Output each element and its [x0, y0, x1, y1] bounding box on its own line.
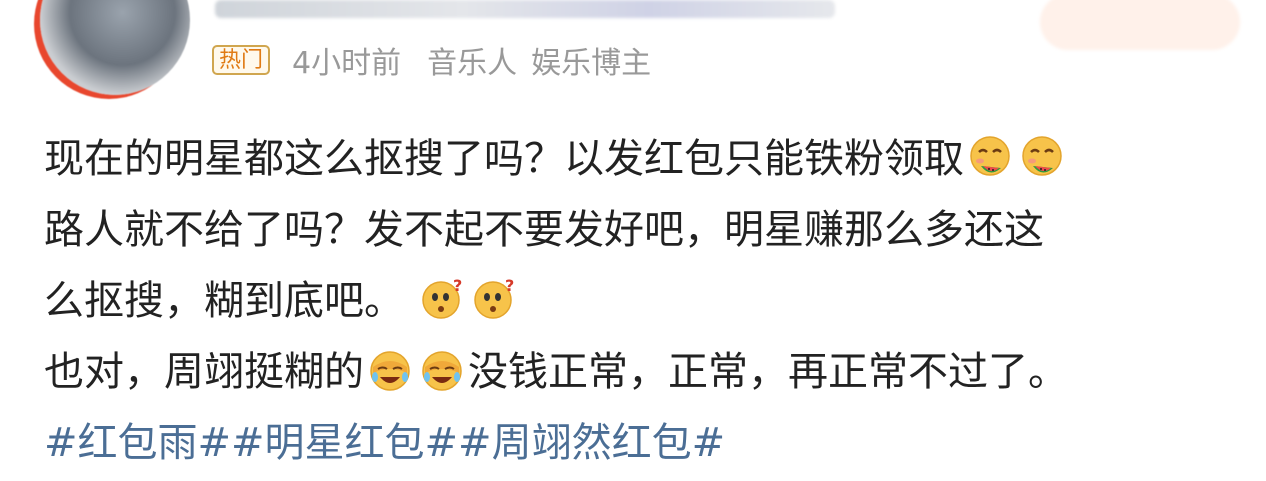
content-line: 路人就不给了吗？发不起不要发好吧，明星赚那么多还这 [44, 195, 1254, 266]
puzzled-face-icon: ? [420, 276, 466, 322]
username-blurred[interactable] [215, 0, 835, 18]
svg-text:?: ? [505, 276, 514, 295]
weibo-post: 热门 4小时前 音乐人 娱乐博主 现在的明星都这么抠搜了吗？以发红包只能铁粉领取… [0, 0, 1266, 481]
user-tag: 音乐人 [427, 46, 518, 81]
watermelon-face-icon [967, 134, 1013, 180]
content-text: 么抠搜，糊到底吧。 [44, 278, 404, 324]
content-text: 现在的明星都这么抠搜了吗？以发红包只能铁粉领取 [44, 136, 964, 182]
post-meta: 热门 4小时前 音乐人 娱乐博主 [212, 42, 665, 81]
content-text: 路人就不给了吗？发不起不要发好吧，明星赚那么多还这 [44, 207, 1044, 253]
svg-text:?: ? [453, 276, 462, 295]
content-text: 没钱正常，正常，再正常不过了。 [468, 349, 1068, 395]
post-time: 4小时前 [292, 46, 402, 81]
hot-badge: 热门 [212, 45, 271, 75]
puzzled-face-icon: ? [472, 276, 518, 322]
follow-button[interactable] [1040, 0, 1240, 50]
content-line: 现在的明星都这么抠搜了吗？以发红包只能铁粉领取 [44, 124, 1254, 195]
content-line: 也对，周翊挺糊的 没钱正常，正常，再正常不过了。 [44, 337, 1254, 408]
facepalm-laugh-icon [419, 347, 465, 393]
content-text: 也对，周翊挺糊的 [44, 349, 364, 395]
facepalm-laugh-icon [367, 347, 413, 393]
topic-hashtags[interactable]: #红包雨##明星红包##周翊然红包# [44, 408, 1254, 479]
user-tag: 娱乐博主 [531, 46, 652, 81]
content-line: 么抠搜，糊到底吧。 ? ? [44, 266, 1254, 337]
post-content: 现在的明星都这么抠搜了吗？以发红包只能铁粉领取 路人就不给了吗？发不起不要发好吧… [44, 124, 1254, 479]
avatar[interactable] [40, 0, 190, 95]
watermelon-face-icon [1019, 134, 1065, 180]
